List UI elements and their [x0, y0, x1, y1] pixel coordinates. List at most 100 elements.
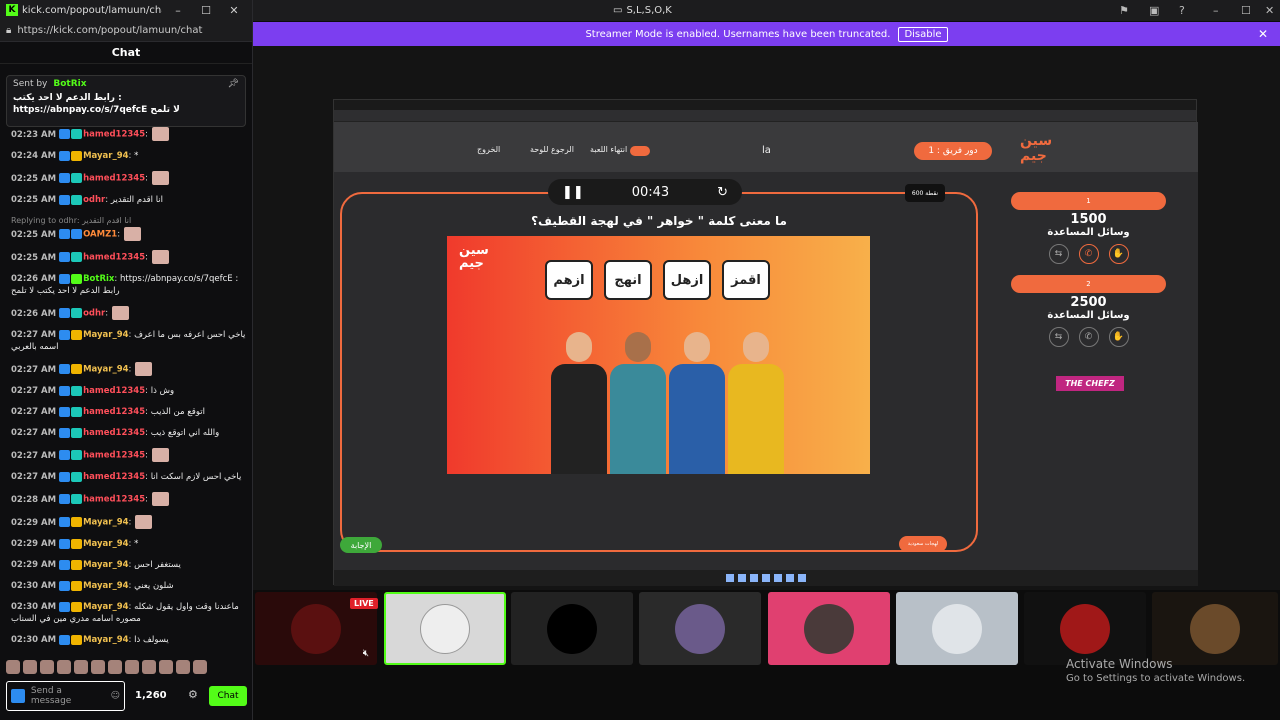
message-username[interactable]: Mayar_94 [83, 539, 128, 549]
message-timestamp: 02:29 AM [11, 517, 57, 528]
chat-message: Replying to odhr: انا اقدم التقدير 02:25 … [11, 215, 246, 241]
message-username[interactable]: Mayar_94 [83, 635, 128, 645]
badge-icon [71, 150, 83, 161]
badge-icon [59, 229, 71, 239]
participant-tile[interactable]: LIVE 🔇︎ [255, 592, 378, 665]
participant-tile[interactable] [768, 592, 890, 665]
participant-tile[interactable] [1024, 592, 1146, 665]
close-icon[interactable]: ✕ [1258, 27, 1268, 41]
message-username[interactable]: hamed12345 [83, 428, 145, 438]
message-username[interactable]: hamed12345 [83, 130, 145, 140]
end-game-option[interactable]: انتهاء اللعبة [590, 145, 627, 154]
message-username[interactable]: OAMZ1 [83, 230, 117, 240]
message-username[interactable]: hamed12345 [83, 253, 145, 263]
team-panel-1: 1 1500 وسائل المساعدة ⇆ ✆ ✋ [1011, 192, 1166, 264]
chat-input-placeholder: Send a message [30, 686, 72, 706]
participant-tile[interactable] [384, 592, 506, 665]
message-username[interactable]: hamed12345 [83, 451, 145, 461]
flag-icon[interactable]: ⚑ [1119, 4, 1129, 17]
phone-icon[interactable]: ✆ [1078, 327, 1099, 347]
message-username[interactable]: Mayar_94 [83, 602, 128, 612]
mute-icon[interactable]: 🔇︎ [363, 648, 369, 659]
chat-message: 02:27 AM Mayar_94: [11, 362, 246, 376]
message-username[interactable]: hamed12345 [83, 174, 145, 184]
message-username[interactable]: Mayar_94 [83, 581, 128, 591]
message-username[interactable]: hamed12345 [83, 407, 145, 417]
emoji-icon[interactable]: ☺ [111, 691, 120, 701]
question-image: سين جيم ازهم انهج ازهل اقمز [447, 236, 870, 474]
message-username[interactable]: Mayar_94 [83, 518, 128, 528]
minimize-icon[interactable]: – [166, 4, 190, 17]
badge-icon [71, 329, 83, 340]
message-username[interactable]: odhr [83, 309, 105, 319]
message-username[interactable]: Mayar_94 [83, 151, 128, 161]
message-timestamp: 02:27 AM [11, 364, 57, 375]
chat-send-button[interactable]: Chat [209, 686, 247, 706]
disable-button[interactable]: Disable [898, 26, 948, 42]
message-timestamp: 02:27 AM [11, 428, 57, 438]
close-icon[interactable]: ✕ [222, 4, 246, 17]
badge-icon [59, 559, 71, 570]
choice-bubble: ازهم [545, 260, 593, 300]
live-badge: LIVE [350, 598, 378, 609]
pause-icon[interactable]: ❚❚ [562, 185, 584, 200]
team-number: 1 [1011, 192, 1166, 210]
badge-icon [71, 471, 83, 482]
channel-points[interactable]: 1,260 [135, 690, 167, 701]
maximize-icon[interactable]: ☐ [1241, 4, 1251, 17]
emote-icon [135, 515, 153, 529]
maximize-icon[interactable]: ☐ [194, 4, 218, 17]
message-timestamp: 02:27 AM [11, 330, 57, 340]
url-text: https://kick.com/popout/lamuun/chat [17, 25, 203, 36]
badge-icon [59, 194, 71, 205]
chat-input[interactable]: Send a message ☺ [6, 681, 125, 711]
chat-message: 02:30 AM Mayar_94: شلون يعني [11, 580, 174, 591]
help-icon[interactable]: ? [1179, 4, 1185, 17]
category-badge: لهجات سعودية [899, 536, 947, 552]
swap-icon[interactable]: ⇆ [1048, 327, 1069, 347]
message-username[interactable]: hamed12345 [83, 495, 145, 505]
swap-icon[interactable]: ⇆ [1048, 244, 1069, 264]
message-username[interactable]: odhr [83, 195, 105, 205]
emote-icon [111, 306, 129, 320]
exit-option[interactable]: الخروج [477, 145, 500, 154]
window-titlebar: K kick.com/popout/lamuun/chat -... – ☐ ✕ [0, 0, 252, 20]
participant-tile[interactable] [1152, 592, 1278, 665]
message-username[interactable]: Mayar_94 [83, 330, 128, 340]
phone-icon[interactable]: ✆ [1078, 244, 1099, 264]
message-username[interactable]: hamed12345 [83, 472, 145, 482]
message-username[interactable]: Mayar_94 [83, 560, 128, 570]
app-topbar: ▭ S,L,S,O,K ⚑ ▣ ? – ☐ ✕ [253, 0, 1280, 21]
minimize-icon[interactable]: – [1213, 4, 1219, 17]
url-bar[interactable]: 🔒︎ https://kick.com/popout/lamuun/chat [0, 20, 252, 42]
badge-icon [59, 129, 71, 139]
badge-icon [71, 129, 83, 139]
participant-tile[interactable] [511, 592, 633, 665]
chat-message: 02:25 AM hamed12345: [11, 171, 246, 185]
message-username[interactable]: hamed12345 [83, 386, 145, 396]
badge-icon [59, 471, 71, 482]
gear-icon[interactable]: ⚙ [188, 688, 198, 701]
person-figure [669, 332, 725, 474]
badge-icon [59, 173, 71, 183]
hand-icon[interactable]: ✋ [1108, 244, 1129, 264]
points-badge: 600 نقطة [905, 184, 945, 202]
pin-icon[interactable]: 📌︎ [228, 79, 239, 89]
message-username[interactable]: BotRix [83, 274, 114, 284]
badge-icon [59, 364, 71, 374]
participant-tile[interactable] [639, 592, 761, 665]
badge-icon [71, 252, 83, 262]
cast-icon[interactable]: ▣ [1149, 4, 1159, 17]
badge-icon [59, 494, 71, 504]
answer-button[interactable]: الإجابة [340, 537, 382, 553]
back-option[interactable]: الرجوع للوحة [530, 145, 574, 154]
close-icon[interactable]: ✕ [1265, 4, 1274, 17]
reset-icon[interactable]: ↻ [717, 185, 728, 200]
hand-icon[interactable]: ✋ [1108, 327, 1129, 347]
emote-row[interactable] [6, 660, 207, 674]
end-game-toggle[interactable] [630, 146, 650, 156]
pinned-message[interactable]: Sent by BotRix 📌︎ رابط الدعم لا احد يكتب :… [6, 75, 246, 127]
badge-icon [71, 559, 83, 570]
message-username[interactable]: Mayar_94 [83, 365, 128, 375]
participant-tile[interactable] [896, 592, 1018, 665]
